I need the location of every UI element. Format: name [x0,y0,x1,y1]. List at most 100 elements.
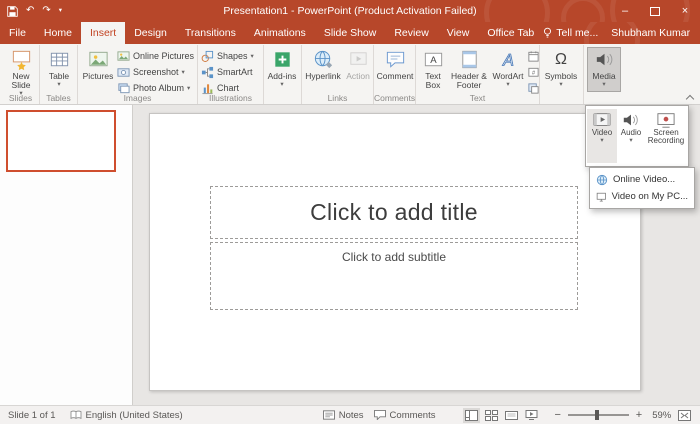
images-small-buttons: Online Pictures Screenshot ▾ Photo Album… [117,47,194,95]
zoom-slider-thumb[interactable] [595,410,599,420]
media-speaker-icon [593,48,616,71]
maximize-button[interactable] [640,0,670,22]
pictures-button[interactable]: Pictures [81,47,115,81]
header-footer-button[interactable]: Header & Footer [449,47,489,90]
online-pictures-icon [117,50,130,63]
tab-transitions[interactable]: Transitions [176,22,245,44]
slide-sorter-view-button[interactable] [483,408,500,423]
video-on-my-pc-menu-item[interactable]: Video on My PC... [592,188,692,205]
comment-icon [384,48,407,71]
tab-home[interactable]: Home [35,22,81,44]
hyperlink-button[interactable]: Hyperlink [305,47,341,81]
tab-office-tab[interactable]: Office Tab [478,22,543,44]
media-dropdown-popup: Video ▾ Audio ▾ Screen Recording [585,105,689,167]
new-slide-button[interactable]: New Slide ▾ [5,47,37,98]
comment-button[interactable]: Comment [377,47,413,81]
symbols-button[interactable]: Ω Symbols ▾ [543,47,579,89]
smartart-button[interactable]: SmartArt [201,65,254,79]
wordart-icon: A [497,48,520,71]
action-icon [347,48,370,71]
normal-view-button[interactable] [463,408,480,423]
powerpoint-window: ↶ ↷ ▾ Presentation1 - PowerPoint (Produc… [0,0,700,424]
language-indicator[interactable]: English (United States) [70,410,183,421]
comments-button[interactable]: Comments [374,410,436,421]
reading-view-button[interactable] [503,408,520,423]
dropdown-arrow-icon: ▾ [187,84,190,92]
new-slide-icon [10,48,33,71]
shapes-icon [201,50,214,63]
addins-button[interactable]: Add-ins ▾ [267,47,297,89]
dropdown-arrow-icon: ▾ [559,82,562,89]
slide-indicator[interactable]: Slide 1 of 1 [8,410,56,421]
slideshow-icon [525,410,538,421]
slideshow-view-button[interactable] [523,408,540,423]
fit-slide-icon [678,410,691,421]
save-icon[interactable] [7,6,18,17]
tab-review[interactable]: Review [385,22,437,44]
dropdown-arrow-icon: ▾ [57,82,60,89]
tabbar-right: Tell me... Shubham Kumar Share [543,22,700,44]
shapes-button[interactable]: Shapes ▾ [201,49,254,63]
zoom-slider[interactable] [568,414,629,416]
notes-button[interactable]: Notes [323,410,364,421]
slide-thumbnail-1[interactable] [6,110,116,172]
proofing-book-icon [70,410,82,420]
action-button[interactable]: Action [343,47,373,81]
tab-view[interactable]: View [438,22,479,44]
title-placeholder[interactable]: Click to add title [210,186,578,239]
ribbon-group-comments: Comment Comments [374,45,416,104]
ribbon-group-media: Media ▾ [584,45,626,104]
redo-icon[interactable]: ↷ [42,6,50,16]
online-video-menu-item[interactable]: Online Video... [592,171,692,188]
date-time-icon [527,50,540,63]
date-time-button[interactable] [527,49,540,63]
subtitle-placeholder[interactable]: Click to add subtitle [210,242,578,310]
svg-text:A: A [430,55,437,66]
media-button[interactable]: Media ▾ [587,47,621,92]
audio-icon [621,111,641,129]
ribbon-group-links: Hyperlink Action Links [302,45,374,104]
undo-icon[interactable]: ↶ [26,6,34,16]
tab-file[interactable]: File [0,22,35,44]
tell-me-box[interactable]: Tell me... [543,27,598,39]
normal-view-icon [465,410,478,421]
table-button[interactable]: Table ▾ [43,47,75,89]
ribbon-group-tables: Table ▾ Tables [40,45,78,104]
window-controls: – × [610,0,700,22]
tab-animations[interactable]: Animations [245,22,315,44]
view-buttons [463,408,540,423]
addins-icon [271,48,294,71]
tab-insert[interactable]: Insert [81,22,125,44]
account-user-name[interactable]: Shubham Kumar [611,27,690,39]
text-box-button[interactable]: A Text Box [419,47,447,90]
fit-slide-button[interactable] [677,408,692,423]
video-icon [592,111,612,129]
ribbon-group-images: Pictures Online Pictures Screenshot ▾ Ph… [78,45,198,104]
audio-button[interactable]: Audio ▾ [617,109,645,163]
video-button[interactable]: Video ▾ [587,109,617,163]
zoom-in-button[interactable]: + [634,409,644,421]
text-small-buttons: # [527,47,540,95]
slide-number-button[interactable]: # [527,65,540,79]
collapse-ribbon-button[interactable] [686,93,695,101]
zoom-out-button[interactable]: − [552,409,562,421]
online-video-icon [596,174,608,186]
tab-design[interactable]: Design [125,22,176,44]
dropdown-arrow-icon: ▾ [600,138,603,145]
minimize-button[interactable]: – [610,0,640,22]
screenshot-icon [117,66,130,79]
pictures-icon [87,48,110,71]
wordart-button[interactable]: A WordArt ▾ [491,47,525,89]
dropdown-arrow-icon: ▾ [280,82,283,89]
comments-icon [374,410,386,420]
screenshot-button[interactable]: Screenshot ▾ [117,65,194,79]
close-button[interactable]: × [670,0,700,22]
online-pictures-button[interactable]: Online Pictures [117,49,194,63]
window-title: Presentation1 - PowerPoint (Product Acti… [120,0,580,22]
quick-access-toolbar: ↶ ↷ ▾ [7,0,62,22]
slide-number-icon: # [527,66,540,79]
screen-recording-button[interactable]: Screen Recording [645,109,687,163]
zoom-level[interactable]: 59% [652,410,671,421]
qat-dropdown-arrow-icon[interactable]: ▾ [59,8,62,15]
tab-slide-show[interactable]: Slide Show [315,22,386,44]
